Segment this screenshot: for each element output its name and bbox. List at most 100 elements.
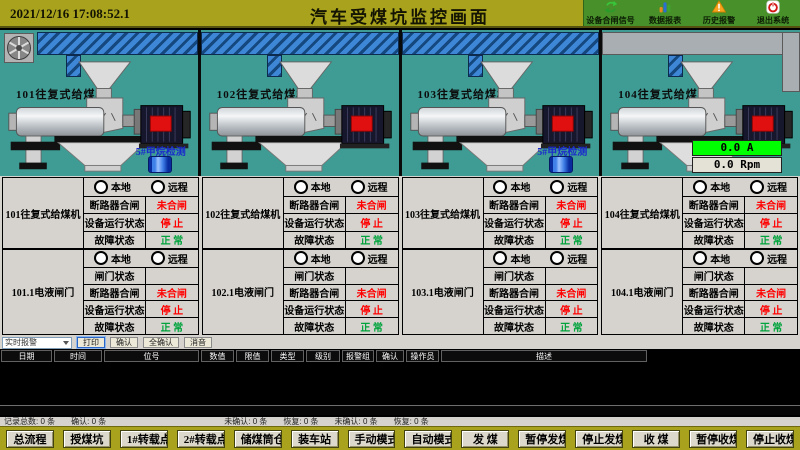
nav-transfer2-button[interactable]: 2#转载点	[177, 430, 225, 448]
col-tag: 位号	[104, 350, 199, 362]
radio-icon[interactable]	[351, 251, 365, 265]
local-radio[interactable]: 本地	[693, 251, 730, 266]
remote-radio[interactable]: 远程	[750, 251, 787, 266]
radio-icon[interactable]	[94, 180, 108, 194]
local-remote-row: 本地 远程	[682, 250, 797, 267]
send-coal-button[interactable]: 发 煤	[461, 430, 509, 448]
nav-loading-station-button[interactable]: 装车站	[291, 430, 339, 448]
local-remote-row: 本地 远程	[483, 178, 598, 196]
status-panel-103: 103往复式给煤机 本地 远程 断路器合闸 未合闸 设备运行状态 停 止 故障状…	[402, 177, 599, 335]
radio-icon[interactable]	[151, 251, 165, 265]
machine-panel-102: 102往复式给煤机	[201, 30, 402, 176]
valve-name: 104.1电液闸门	[602, 250, 682, 334]
scada-monitor-screen: 2021/12/16 17:08:52.1 汽车受煤坑监控画面 设备合闸信号 数…	[0, 0, 800, 450]
receive-coal-button[interactable]: 收 煤	[632, 430, 680, 448]
bar-chart-icon	[656, 0, 674, 14]
overhead-beam	[602, 32, 800, 55]
remote-radio[interactable]: 远程	[550, 251, 587, 266]
local-radio[interactable]: 本地	[294, 251, 331, 266]
local-remote-row: 本地 远程	[682, 178, 797, 196]
local-radio[interactable]: 本地	[693, 179, 730, 194]
overhead-beam	[37, 32, 198, 55]
machine-panel-101: 101往复式给煤机 5#甲烷检测	[0, 30, 201, 176]
radio-icon[interactable]	[151, 180, 165, 194]
exit-system-button[interactable]: 退出系统	[746, 0, 800, 26]
local-radio[interactable]: 本地	[94, 251, 131, 266]
run-value: 停 止	[545, 300, 598, 317]
radio-icon[interactable]	[750, 251, 764, 265]
alarm-table-scrollbar[interactable]	[0, 405, 800, 415]
local-remote-row: 本地 远程	[283, 250, 398, 267]
nav-transfer1-button[interactable]: 1#转载点	[120, 430, 168, 448]
auto-mode-button[interactable]: 自动模式	[404, 430, 452, 448]
radio-icon[interactable]	[693, 251, 707, 265]
machine-panel-104: 104往复式给煤机 0.0 A 0.0 Rpm	[602, 30, 800, 176]
print-button[interactable]: 打印	[77, 337, 105, 348]
alarm-table: 日期 时间 位号 数值 限值 类型 级别 报警组 确认 操作员 描述	[0, 349, 800, 417]
radio-icon[interactable]	[94, 251, 108, 265]
radio-icon[interactable]	[294, 180, 308, 194]
status-panel-104: 104往复式给煤机 本地 远程 断路器合闸 未合闸 设备运行状态 停 止 故障状…	[601, 177, 798, 335]
alarm-view-select[interactable]: 实时报警	[2, 337, 72, 349]
stop-receive-coal-button[interactable]: 停止收煤	[746, 430, 794, 448]
local-radio[interactable]: 本地	[493, 251, 530, 266]
radio-icon[interactable]	[493, 180, 507, 194]
run-value: 停 止	[345, 300, 398, 317]
fault-label: 故障状态	[682, 231, 744, 249]
col-limit: 限值	[236, 350, 269, 362]
mute-button[interactable]: 消音	[184, 337, 212, 348]
ack-button[interactable]: 确认	[110, 337, 138, 348]
device-name: 104往复式给煤机	[602, 178, 682, 248]
overhead-beam	[201, 32, 399, 55]
breaker-value: 未合闸	[345, 196, 398, 214]
remote-radio[interactable]: 远程	[750, 179, 787, 194]
breaker-label: 断路器合闸	[682, 284, 744, 301]
pause-send-coal-button[interactable]: 暂停发煤	[518, 430, 566, 448]
remote-radio[interactable]: 远程	[351, 179, 388, 194]
col-level: 级别	[306, 350, 340, 362]
col-desc: 描述	[441, 350, 647, 362]
stop-send-coal-button[interactable]: 停止发煤	[575, 430, 623, 448]
radio-icon[interactable]	[550, 180, 564, 194]
valve-name: 101.1电液闸门	[3, 250, 83, 334]
power-icon	[764, 0, 782, 14]
local-radio[interactable]: 本地	[94, 179, 131, 194]
local-radio[interactable]: 本地	[294, 179, 331, 194]
methane-sensor-icon	[148, 156, 172, 173]
run-label: 设备运行状态	[483, 213, 545, 231]
remote-radio[interactable]: 远程	[351, 251, 388, 266]
radio-icon[interactable]	[693, 180, 707, 194]
manual-mode-button[interactable]: 手动模式	[348, 430, 396, 448]
breaker-label: 断路器合闸	[682, 196, 744, 214]
nav-total-flow-button[interactable]: 总流程	[6, 430, 54, 448]
fault-label: 故障状态	[283, 317, 345, 334]
gate-state-label: 闸门状态	[283, 267, 345, 284]
remote-radio[interactable]: 远程	[151, 179, 188, 194]
ack-all-button[interactable]: 全确认	[143, 337, 179, 348]
alarm-table-header: 日期 时间 位号 数值 限值 类型 级别 报警组 确认 操作员 描述	[0, 349, 800, 362]
top-nav-buttons: 设备合闸信号 数据报表 历史报警	[583, 0, 800, 26]
data-report-button[interactable]: 数据报表	[638, 0, 692, 26]
radio-icon[interactable]	[550, 251, 564, 265]
valve-name: 103.1电液闸门	[403, 250, 483, 334]
radio-icon[interactable]	[351, 180, 365, 194]
nav-coal-pit-button[interactable]: 授煤坑	[63, 430, 111, 448]
run-value: 停 止	[145, 300, 198, 317]
fault-value: 正 常	[545, 231, 598, 249]
run-value: 停 止	[145, 213, 198, 231]
remote-radio[interactable]: 远程	[550, 179, 587, 194]
pause-receive-coal-button[interactable]: 暂停收煤	[689, 430, 737, 448]
remote-radio[interactable]: 远程	[151, 251, 188, 266]
radio-icon[interactable]	[294, 251, 308, 265]
local-radio[interactable]: 本地	[493, 179, 530, 194]
alarm-toolbar: 实时报警 打印 确认 全确认 消音	[0, 336, 800, 349]
history-alarm-button[interactable]: 历史报警	[692, 0, 746, 26]
alarm-table-body	[0, 362, 800, 405]
radio-icon[interactable]	[750, 180, 764, 194]
local-remote-row: 本地 远程	[483, 250, 598, 267]
top-title-bar: 2021/12/16 17:08:52.1 汽车受煤坑监控画面 设备合闸信号 数…	[0, 0, 800, 28]
valve-name: 102.1电液闸门	[203, 250, 283, 334]
radio-icon[interactable]	[493, 251, 507, 265]
nav-coal-silo-button[interactable]: 储煤筒仓	[234, 430, 282, 448]
device-closing-signal-button[interactable]: 设备合闸信号	[584, 0, 638, 26]
